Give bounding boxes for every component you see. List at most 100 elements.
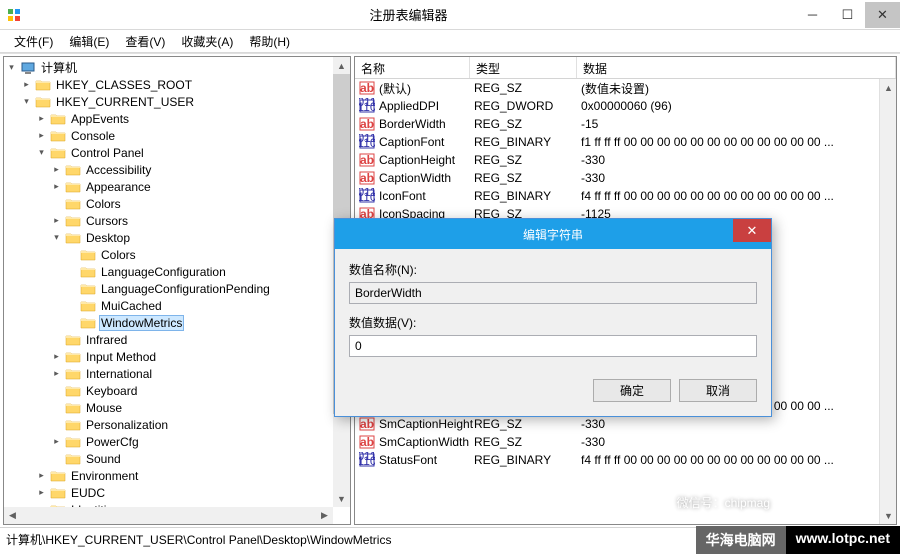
tree-item[interactable]: ▸ EUDC bbox=[4, 484, 350, 501]
tree-toggle-icon[interactable] bbox=[66, 300, 77, 311]
scroll-down-icon[interactable]: ▼ bbox=[333, 490, 350, 507]
tree-item[interactable]: Sound bbox=[4, 450, 350, 467]
tree-item[interactable]: LanguageConfiguration bbox=[4, 263, 350, 280]
tree-label[interactable]: Control Panel bbox=[69, 146, 146, 160]
list-row[interactable]: 011110AppliedDPIREG_DWORD0x00000060 (96) bbox=[355, 97, 896, 115]
close-button[interactable]: ✕ bbox=[865, 2, 900, 28]
registry-tree-pane[interactable]: ▾计算机▸HKEY_CLASSES_ROOT▾HKEY_CURRENT_USER… bbox=[3, 56, 351, 525]
tree-label[interactable]: AppEvents bbox=[69, 112, 131, 126]
tree-toggle-icon[interactable]: ▸ bbox=[21, 79, 32, 90]
cancel-button[interactable]: 取消 bbox=[679, 379, 757, 402]
menu-item[interactable]: 查看(V) bbox=[117, 31, 173, 52]
tree-item[interactable]: Infrared bbox=[4, 331, 350, 348]
tree-item[interactable]: ▸ Appearance bbox=[4, 178, 350, 195]
tree-label[interactable]: Desktop bbox=[84, 231, 132, 245]
list-row[interactable]: 011110StatusFontREG_BINARYf4 ff ff ff 00… bbox=[355, 451, 896, 469]
tree-label[interactable]: LanguageConfiguration bbox=[99, 265, 228, 279]
tree-toggle-icon[interactable] bbox=[51, 402, 62, 413]
tree-toggle-icon[interactable] bbox=[66, 283, 77, 294]
tree-toggle-icon[interactable]: ▸ bbox=[51, 215, 62, 226]
scroll-down-icon[interactable]: ▼ bbox=[880, 507, 897, 524]
minimize-button[interactable]: ─ bbox=[795, 2, 830, 28]
tree-item[interactable]: Mouse bbox=[4, 399, 350, 416]
tree-label[interactable]: Console bbox=[69, 129, 117, 143]
tree-item[interactable]: ▾HKEY_CURRENT_USER bbox=[4, 93, 350, 110]
tree-toggle-icon[interactable]: ▸ bbox=[36, 470, 47, 481]
tree-label[interactable]: 计算机 bbox=[39, 59, 79, 76]
tree-label[interactable]: HKEY_CURRENT_USER bbox=[54, 95, 196, 109]
tree-item[interactable]: ▸ Accessibility bbox=[4, 161, 350, 178]
tree-toggle-icon[interactable]: ▸ bbox=[36, 113, 47, 124]
tree-item[interactable]: Colors bbox=[4, 195, 350, 212]
tree-item[interactable]: ▸ HKEY_CLASSES_ROOT bbox=[4, 76, 350, 93]
list-row[interactable]: 011110CaptionFontREG_BINARYf1 ff ff ff 0… bbox=[355, 133, 896, 151]
maximize-button[interactable]: ☐ bbox=[830, 2, 865, 28]
dialog-titlebar[interactable]: 编辑字符串 ✕ bbox=[335, 219, 771, 249]
list-row[interactable]: abCaptionHeightREG_SZ-330 bbox=[355, 151, 896, 169]
tree-item[interactable]: ▸ International bbox=[4, 365, 350, 382]
tree-label[interactable]: Colors bbox=[99, 248, 138, 262]
tree-toggle-icon[interactable]: ▾ bbox=[51, 232, 62, 243]
tree-item[interactable]: ▾ 计算机 bbox=[4, 59, 350, 76]
list-row[interactable]: abBorderWidthREG_SZ-15 bbox=[355, 115, 896, 133]
tree-label[interactable]: Infrared bbox=[84, 333, 129, 347]
tree-label[interactable]: Sound bbox=[84, 452, 123, 466]
tree-item[interactable]: Keyboard bbox=[4, 382, 350, 399]
tree-toggle-icon[interactable] bbox=[66, 266, 77, 277]
col-header-data[interactable]: 数据 bbox=[577, 57, 896, 78]
scroll-right-icon[interactable]: ▶ bbox=[316, 507, 333, 524]
tree-label[interactable]: HKEY_CLASSES_ROOT bbox=[54, 78, 194, 92]
tree-toggle-icon[interactable]: ▾ bbox=[6, 62, 17, 73]
tree-label[interactable]: WindowMetrics bbox=[99, 315, 184, 331]
col-header-type[interactable]: 类型 bbox=[470, 57, 577, 78]
tree-toggle-icon[interactable] bbox=[51, 198, 62, 209]
tree-item[interactable]: ▸ Environment bbox=[4, 467, 350, 484]
tree-item[interactable]: MuiCached bbox=[4, 297, 350, 314]
tree-label[interactable]: LanguageConfigurationPending bbox=[99, 282, 272, 296]
tree-toggle-icon[interactable]: ▸ bbox=[51, 368, 62, 379]
tree-toggle-icon[interactable] bbox=[51, 385, 62, 396]
list-row[interactable]: abCaptionWidthREG_SZ-330 bbox=[355, 169, 896, 187]
menu-item[interactable]: 帮助(H) bbox=[241, 31, 298, 52]
tree-toggle-icon[interactable]: ▸ bbox=[51, 181, 62, 192]
list-row[interactable]: abSmCaptionWidthREG_SZ-330 bbox=[355, 433, 896, 451]
tree-item[interactable]: ▸ Cursors bbox=[4, 212, 350, 229]
dialog-close-button[interactable]: ✕ bbox=[733, 219, 771, 242]
col-header-name[interactable]: 名称 bbox=[355, 57, 470, 78]
tree-item[interactable]: Personalization bbox=[4, 416, 350, 433]
tree-toggle-icon[interactable]: ▸ bbox=[36, 130, 47, 141]
scroll-up-icon[interactable]: ▲ bbox=[880, 79, 897, 96]
tree-toggle-icon[interactable] bbox=[51, 419, 62, 430]
tree-label[interactable]: Appearance bbox=[84, 180, 153, 194]
tree-label[interactable]: Accessibility bbox=[84, 163, 153, 177]
list-row[interactable]: ab(默认)REG_SZ(数值未设置) bbox=[355, 79, 896, 97]
tree-label[interactable]: EUDC bbox=[69, 486, 107, 500]
tree-toggle-icon[interactable] bbox=[51, 334, 62, 345]
tree-label[interactable]: International bbox=[84, 367, 154, 381]
tree-label[interactable]: Cursors bbox=[84, 214, 130, 228]
tree-toggle-icon[interactable]: ▸ bbox=[51, 164, 62, 175]
value-data-input[interactable] bbox=[349, 335, 757, 357]
tree-item[interactable]: ▾ Desktop bbox=[4, 229, 350, 246]
tree-item[interactable]: WindowMetrics bbox=[4, 314, 350, 331]
tree-item[interactable]: ▸Input Method bbox=[4, 348, 350, 365]
list-vscrollbar[interactable]: ▲ ▼ bbox=[879, 79, 896, 524]
tree-label[interactable]: Keyboard bbox=[84, 384, 139, 398]
list-row[interactable]: 011110IconFontREG_BINARYf4 ff ff ff 00 0… bbox=[355, 187, 896, 205]
tree-toggle-icon[interactable]: ▾ bbox=[36, 147, 47, 158]
tree-item[interactable]: ▾ Control Panel bbox=[4, 144, 350, 161]
scroll-left-icon[interactable]: ◀ bbox=[4, 507, 21, 524]
tree-label[interactable]: Environment bbox=[69, 469, 140, 483]
tree-item[interactable]: Colors bbox=[4, 246, 350, 263]
tree-toggle-icon[interactable] bbox=[51, 453, 62, 464]
tree-toggle-icon[interactable]: ▸ bbox=[36, 487, 47, 498]
list-row[interactable]: abSmCaptionHeightREG_SZ-330 bbox=[355, 415, 896, 433]
tree-hscrollbar[interactable]: ◀ ▶ bbox=[4, 507, 333, 524]
tree-label[interactable]: Input Method bbox=[84, 350, 158, 364]
tree-item[interactable]: ▸PowerCfg bbox=[4, 433, 350, 450]
menu-item[interactable]: 收藏夹(A) bbox=[173, 31, 241, 52]
tree-label[interactable]: Mouse bbox=[84, 401, 124, 415]
scroll-up-icon[interactable]: ▲ bbox=[333, 57, 350, 74]
tree-toggle-icon[interactable] bbox=[66, 317, 77, 328]
tree-label[interactable]: MuiCached bbox=[99, 299, 164, 313]
